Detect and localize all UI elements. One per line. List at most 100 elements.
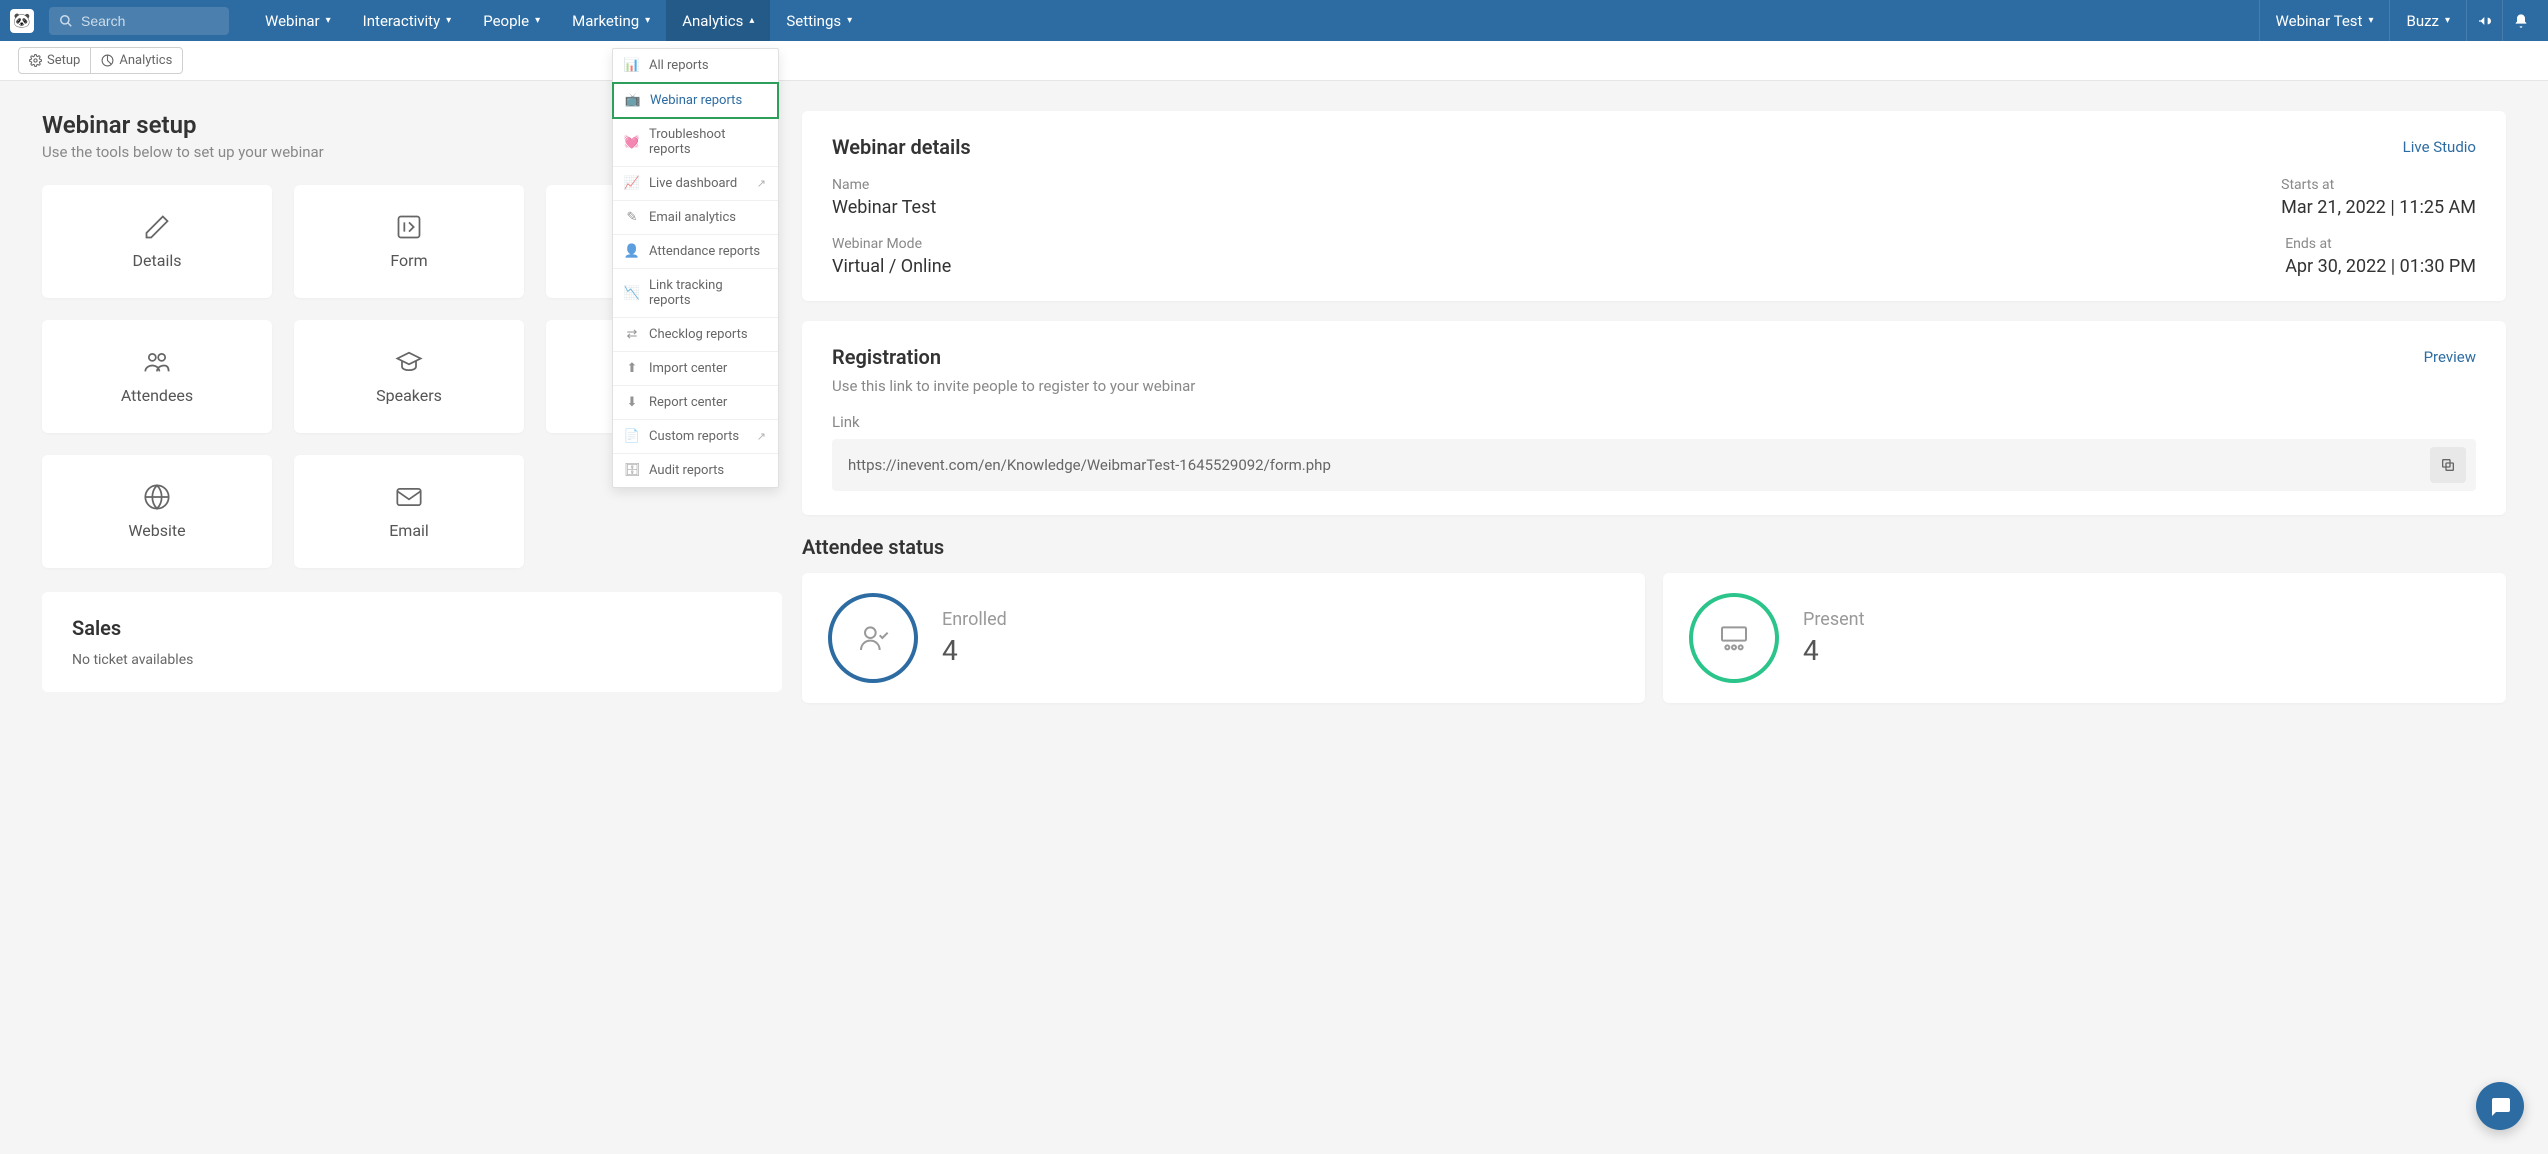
details-title: Webinar details — [832, 135, 971, 159]
bar-chart-icon: 📊 — [625, 58, 639, 73]
enrolled-label: Enrolled — [942, 609, 1007, 630]
tile-label: Attendees — [121, 386, 193, 405]
tile-attendees[interactable]: Attendees — [42, 320, 272, 433]
dd-audit[interactable]: 🗄Audit reports — [613, 454, 778, 487]
dd-label: Import center — [649, 361, 727, 376]
dd-import[interactable]: ⬆ Import center — [613, 352, 778, 386]
tile-speakers[interactable]: Speakers — [294, 320, 524, 433]
upload-icon: ⬆ — [625, 361, 639, 376]
nav-marketing-label: Marketing — [572, 12, 639, 30]
graduation-icon — [394, 348, 424, 376]
ends-label: Ends at — [2285, 236, 2476, 252]
mode-value: Virtual / Online — [832, 256, 951, 277]
sales-title: Sales — [72, 616, 752, 640]
tile-details[interactable]: Details — [42, 185, 272, 298]
name-label: Name — [832, 177, 936, 193]
tile-email[interactable]: Email — [294, 455, 524, 568]
presentation-icon — [1718, 622, 1750, 654]
people-icon — [142, 348, 172, 376]
nav-webinar[interactable]: Webinar▾ — [249, 0, 347, 41]
dd-attendance[interactable]: 👤 Attendance reports — [613, 235, 778, 269]
tab-setup-label: Setup — [47, 53, 80, 68]
dd-label: Custom reports — [649, 429, 739, 444]
dd-webinar-reports[interactable]: 📺 Webinar reports — [612, 82, 779, 119]
dd-checklog[interactable]: ⇄Checklog reports — [613, 318, 778, 352]
tile-label: Email — [389, 521, 429, 540]
search-box[interactable] — [49, 7, 229, 35]
external-link-icon: ↗ — [757, 177, 766, 190]
nav-webinar-test-label: Webinar Test — [2276, 12, 2363, 30]
pencil-icon — [143, 213, 171, 241]
tile-label: Form — [390, 251, 427, 270]
dd-link-tracking[interactable]: 📉Link tracking reports — [613, 269, 778, 318]
line-chart-icon: 📈 — [625, 176, 639, 191]
chevron-down-icon: ▾ — [645, 15, 650, 26]
dd-report-center[interactable]: ⬇ Report center — [613, 386, 778, 420]
dd-label: Attendance reports — [649, 244, 760, 259]
search-input[interactable] — [81, 13, 219, 29]
present-ring — [1689, 593, 1779, 683]
attendee-status-title: Attendee status — [802, 535, 2506, 559]
nav-settings[interactable]: Settings▾ — [770, 0, 868, 41]
name-value: Webinar Test — [832, 197, 936, 218]
preview-link[interactable]: Preview — [2424, 348, 2476, 366]
starts-value: Mar 21, 2022 | 11:25 AM — [2281, 197, 2476, 218]
globe-icon — [143, 483, 171, 511]
chevron-down-icon: ▾ — [847, 15, 852, 26]
nav-interactivity-label: Interactivity — [363, 12, 441, 30]
enrolled-value: 4 — [942, 634, 1007, 667]
chevron-down-icon: ▾ — [2445, 15, 2450, 26]
chart-icon — [101, 54, 114, 67]
user-check-icon: 👤 — [625, 244, 639, 259]
dd-all-reports[interactable]: 📊All reports — [613, 49, 778, 83]
link-label: Link — [832, 413, 2476, 431]
bell-icon[interactable] — [2502, 0, 2538, 41]
live-studio-link[interactable]: Live Studio — [2403, 138, 2476, 156]
nav-buzz-label: Buzz — [2406, 12, 2439, 30]
tab-analytics[interactable]: Analytics — [90, 48, 182, 73]
download-icon: ⬇ — [625, 395, 639, 410]
nav-interactivity[interactable]: Interactivity ▾ — [347, 0, 468, 41]
file-icon: 📄 — [625, 429, 639, 444]
dd-custom[interactable]: 📄Custom reports↗ — [613, 420, 778, 454]
form-icon — [395, 213, 423, 241]
announce-icon[interactable] — [2466, 0, 2502, 41]
dd-label: Webinar reports — [650, 93, 742, 108]
dd-label: Audit reports — [649, 463, 724, 478]
tile-website[interactable]: Website — [42, 455, 272, 568]
dd-email-analytics[interactable]: ✎Email analytics — [613, 201, 778, 235]
nav-analytics[interactable]: Analytics▴ — [666, 0, 770, 41]
mode-label: Webinar Mode — [832, 236, 951, 252]
trending-icon: 📉 — [625, 286, 639, 301]
present-value: 4 — [1803, 634, 1865, 667]
nav-marketing[interactable]: Marketing ▾ — [556, 0, 666, 41]
copy-button[interactable] — [2430, 447, 2466, 483]
nav-webinar-test[interactable]: Webinar Test▾ — [2259, 0, 2390, 41]
registration-title: Registration — [832, 345, 941, 369]
dd-troubleshoot[interactable]: 💓 Troubleshoot reports — [613, 118, 778, 167]
app-logo[interactable]: 🐼 — [10, 9, 34, 33]
tile-label: Details — [133, 251, 182, 270]
dd-label: Troubleshoot reports — [649, 127, 766, 157]
tab-setup[interactable]: Setup — [19, 48, 90, 73]
enrolled-card: Enrolled 4 — [802, 573, 1645, 703]
heartbeat-icon: 💓 — [625, 135, 639, 150]
chat-bubble[interactable] — [2476, 1082, 2524, 1130]
dd-live-dashboard[interactable]: 📈 Live dashboard ↗ — [613, 167, 778, 201]
dd-label: Report center — [649, 395, 727, 410]
tile-label: Speakers — [376, 386, 442, 405]
chevron-down-icon: ▾ — [446, 15, 451, 26]
nav-buzz[interactable]: Buzz ▾ — [2389, 0, 2466, 41]
present-card: Present 4 — [1663, 573, 2506, 703]
nav-people[interactable]: People▾ — [467, 0, 556, 41]
chevron-down-icon: ▾ — [535, 15, 540, 26]
nav-analytics-label: Analytics — [682, 12, 743, 30]
dd-label: Checklog reports — [649, 327, 748, 342]
registration-subtitle: Use this link to invite people to regist… — [832, 377, 2476, 395]
dd-label: Live dashboard — [649, 176, 737, 191]
webinar-details-panel: Webinar details Live Studio Name Webinar… — [802, 111, 2506, 301]
tab-analytics-label: Analytics — [119, 53, 172, 68]
tv-icon: 📺 — [626, 93, 640, 108]
gear-icon — [29, 54, 42, 67]
tile-form[interactable]: Form — [294, 185, 524, 298]
